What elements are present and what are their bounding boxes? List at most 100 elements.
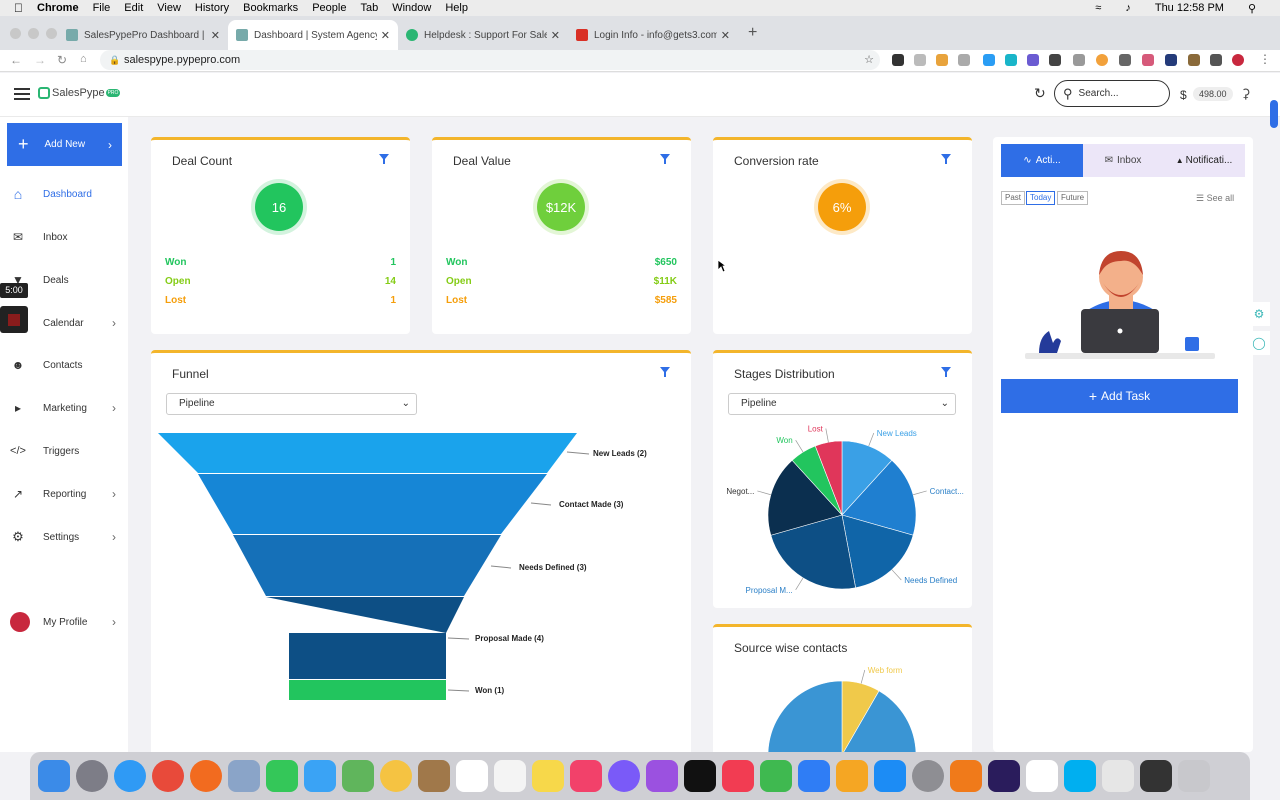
app-logo[interactable]: SalesPype PRO — [38, 87, 121, 99]
hamburger-menu-icon[interactable] — [14, 88, 30, 100]
balance-badge[interactable]: 498.00 — [1193, 87, 1233, 101]
refresh-icon[interactable]: ↻ — [1034, 85, 1046, 102]
filter-icon[interactable] — [379, 154, 389, 164]
music-icon[interactable] — [570, 760, 602, 792]
search-button[interactable]: ⚲ Search... — [1054, 80, 1170, 107]
extension-icon[interactable] — [1142, 54, 1154, 66]
facetime-icon[interactable] — [266, 760, 298, 792]
extension-icon[interactable] — [914, 54, 926, 66]
funnel-stage-won[interactable] — [289, 680, 446, 700]
filter-future-button[interactable]: Future — [1057, 191, 1089, 205]
volume-icon[interactable]: ♪ — [1125, 2, 1131, 14]
filter-icon[interactable] — [660, 154, 670, 164]
notes-icon[interactable] — [532, 760, 564, 792]
see-all-link[interactable]: ☰ See all — [1196, 193, 1234, 204]
filter-icon[interactable] — [660, 367, 670, 377]
extension-icon[interactable] — [1188, 54, 1200, 66]
system-preferences-icon[interactable] — [912, 760, 944, 792]
sidebar-item-calendar[interactable]: Calendar › — [10, 313, 120, 333]
bookmark-star-icon[interactable]: ☆ — [864, 50, 874, 70]
home-browser-icon[interactable]: ⌂ — [80, 53, 87, 65]
wifi-icon[interactable]: ≈ — [1095, 2, 1101, 14]
reload-icon[interactable]: ↻ — [57, 53, 67, 67]
slack-icon[interactable] — [1026, 760, 1058, 792]
forward-icon[interactable]: → — [34, 53, 46, 67]
document-icon[interactable] — [1102, 760, 1134, 792]
extension-icon[interactable] — [1073, 54, 1085, 66]
timer-badge[interactable]: 5:00 — [0, 283, 28, 298]
floating-help-button[interactable]: ◯ — [1248, 331, 1270, 355]
extension-icon[interactable] — [958, 54, 970, 66]
filter-icon[interactable] — [941, 367, 951, 377]
extension-icon[interactable] — [1096, 54, 1108, 66]
menubar-clock[interactable]: Thu 12:58 PM — [1155, 2, 1224, 14]
sidebar-item-contacts[interactable]: ☻ Contacts — [10, 355, 120, 375]
browser-tab[interactable]: SalesPypePro Dashboard | Da ✕ — [58, 20, 228, 50]
floating-settings-button[interactable]: ⚙ — [1248, 302, 1270, 326]
launchpad-icon[interactable] — [76, 760, 108, 792]
menu-view[interactable]: View — [157, 2, 181, 14]
bell-icon[interactable]: ⚳ — [1241, 86, 1251, 102]
pages-icon[interactable] — [836, 760, 868, 792]
browser-tab[interactable]: Login Info - info@gets3.com - ✕ — [568, 20, 738, 50]
browser-tab-active[interactable]: Dashboard | System Agency ✕ — [228, 20, 398, 50]
podcasts-icon[interactable] — [646, 760, 678, 792]
close-tab-icon[interactable]: ✕ — [381, 29, 390, 42]
app-store-icon[interactable] — [874, 760, 906, 792]
funnel-stage-contact-made[interactable] — [198, 474, 547, 534]
photos-icon[interactable] — [380, 760, 412, 792]
extension-icon[interactable] — [936, 54, 948, 66]
tab-inbox[interactable]: ✉ Inbox — [1083, 144, 1163, 177]
finder-icon[interactable] — [38, 760, 70, 792]
numbers-icon[interactable] — [760, 760, 792, 792]
extension-icon[interactable] — [1119, 54, 1131, 66]
browser-menu-icon[interactable]: ⋮ — [1259, 52, 1271, 66]
trash-icon[interactable] — [1178, 760, 1210, 792]
search-icon[interactable]: ⚲ — [1248, 2, 1256, 15]
preview-icon[interactable] — [228, 760, 260, 792]
funnel-stage-proposal-made[interactable] — [266, 597, 464, 679]
menu-history[interactable]: History — [195, 2, 229, 14]
stages-pipeline-select[interactable]: Pipeline ⌄ — [728, 393, 956, 415]
chrome-icon[interactable] — [152, 760, 184, 792]
safari-icon[interactable] — [114, 760, 146, 792]
browser-tab[interactable]: Helpdesk : Support For SalesP ✕ — [398, 20, 568, 50]
sidebar-item-triggers[interactable]: </> Triggers — [10, 441, 120, 461]
sidebar-item-inbox[interactable]: ✉ Inbox — [10, 227, 120, 247]
filter-past-button[interactable]: Past — [1001, 191, 1026, 205]
podcasts-flower-icon[interactable] — [608, 760, 640, 792]
new-tab-button[interactable]: + — [748, 24, 757, 42]
sidebar-item-my-profile[interactable]: My Profile › — [10, 612, 120, 632]
sidebar-item-settings[interactable]: ⚙ Settings › — [10, 527, 120, 547]
extension-icon[interactable] — [983, 54, 995, 66]
close-tab-icon[interactable]: ✕ — [721, 29, 730, 42]
tab-notifications[interactable]: ▲ Notificati... — [1163, 144, 1245, 177]
screen-recording-icon[interactable] — [1140, 760, 1172, 792]
filter-today-button[interactable]: Today — [1026, 191, 1056, 205]
premiere-icon[interactable] — [988, 760, 1020, 792]
news-icon[interactable] — [722, 760, 754, 792]
apple-tv-icon[interactable] — [684, 760, 716, 792]
menu-tab[interactable]: Tab — [360, 2, 378, 14]
menu-bookmarks[interactable]: Bookmarks — [243, 2, 298, 14]
extension-icon[interactable] — [1165, 54, 1177, 66]
url-field[interactable]: 🔒 salespype.pypepro.com ☆ — [100, 50, 880, 70]
sidebar-item-reporting[interactable]: ↗ Reporting › — [10, 484, 120, 504]
maps-icon[interactable] — [342, 760, 374, 792]
extension-icon[interactable] — [1005, 54, 1017, 66]
calendar-app-icon[interactable] — [456, 760, 488, 792]
apple-icon[interactable]:  — [14, 1, 23, 15]
skype-icon[interactable] — [1064, 760, 1096, 792]
profile-avatar[interactable] — [1232, 54, 1244, 66]
menu-file[interactable]: File — [93, 2, 111, 14]
extension-icon[interactable] — [892, 54, 904, 66]
page-scrollbar[interactable] — [1270, 100, 1278, 128]
puzzle-icon[interactable] — [1210, 54, 1222, 66]
funnel-stage-new-leads[interactable] — [158, 433, 577, 473]
add-new-button[interactable]: + Add New › — [7, 123, 122, 166]
sidebar-item-dashboard[interactable]: ⌂ Dashboard — [10, 184, 120, 204]
menu-app[interactable]: Chrome — [37, 2, 79, 14]
pipeline-select[interactable]: Pipeline ⌄ — [166, 393, 417, 415]
keynote-icon[interactable] — [798, 760, 830, 792]
menu-help[interactable]: Help — [445, 2, 468, 14]
